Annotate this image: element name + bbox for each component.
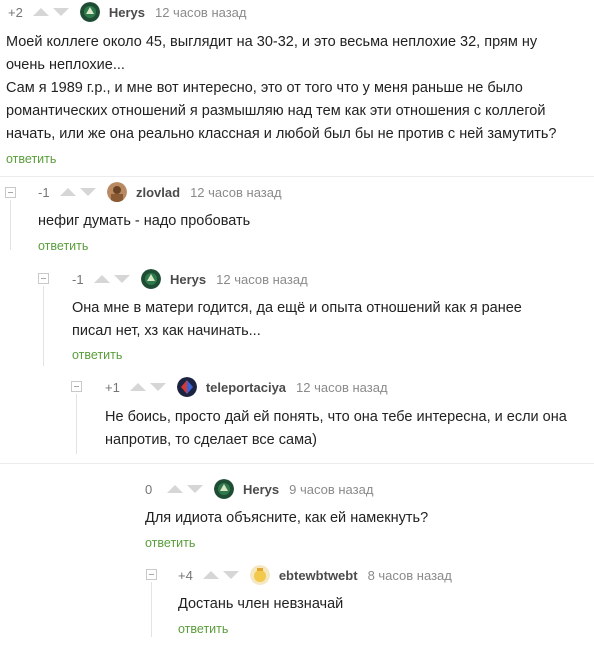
comment-header: +2 Herys 12 часов назад: [8, 2, 246, 22]
comment-rating: 0: [145, 481, 153, 497]
vote-down-icon[interactable]: [80, 188, 96, 196]
vote-down-icon[interactable]: [114, 275, 130, 283]
reply-link[interactable]: ответить: [145, 536, 195, 550]
comment-rating: -1: [72, 271, 84, 287]
comment-rating: +4: [178, 567, 193, 583]
reply-link[interactable]: ответить: [72, 348, 122, 362]
comment-time[interactable]: 8 часов назад: [368, 568, 452, 583]
comment-line: нефиг думать - надо пробовать: [38, 213, 251, 229]
comment-body: Для идиота объясните, как ей намекнуть?: [145, 507, 585, 530]
comment-line: начать, или же она реально классная и лю…: [6, 126, 557, 142]
comment-header: -1 Herys 12 часов назад: [72, 269, 308, 289]
collapse-icon[interactable]: [146, 569, 157, 580]
avatar[interactable]: [214, 479, 234, 499]
comment-rating: +2: [8, 4, 23, 20]
comment-line: Она мне в матери годится, да ещё и опыта…: [72, 300, 522, 316]
comment-body: Достань член невзначай: [178, 593, 578, 616]
thread-line[interactable]: [76, 394, 77, 454]
comment-line: Не боись, просто дай ей понять, что она …: [105, 409, 567, 425]
avatar[interactable]: [79, 2, 100, 22]
comment-author[interactable]: zlovlad: [136, 185, 180, 200]
vote-down-icon[interactable]: [52, 8, 69, 16]
avatar[interactable]: [176, 377, 197, 397]
comment-time[interactable]: 9 часов назад: [289, 482, 373, 497]
thread-line[interactable]: [151, 582, 152, 637]
comment-line: Сам я 1989 г.р., и мне вот интересно, эт…: [6, 80, 523, 96]
vote-up-icon[interactable]: [202, 571, 219, 579]
comment-time[interactable]: 12 часов назад: [190, 185, 282, 200]
comment-line: писал нет, хз как начинать...: [72, 323, 261, 339]
comment-body: нефиг думать - надо пробовать: [38, 210, 578, 233]
avatar[interactable]: [107, 182, 127, 202]
comment-body: Не боись, просто дай ей понять, что она …: [105, 406, 585, 452]
vote-up-icon[interactable]: [32, 8, 49, 16]
comment-line: Достань член невзначай: [178, 596, 344, 612]
comment-author[interactable]: teleportaciya: [206, 380, 286, 395]
comment-header: +1 teleportaciya 12 часов назад: [105, 377, 388, 397]
comment-header: -1 zlovlad 12 часов назад: [38, 182, 282, 202]
vote-up-icon[interactable]: [94, 275, 110, 283]
comment-body: Моей коллеге около 45, выглядит на 30-32…: [6, 31, 586, 146]
comment-header: +4 ebtewbtwebt 8 часов назад: [178, 565, 452, 585]
thread-line[interactable]: [43, 286, 44, 366]
vote-up-icon[interactable]: [60, 188, 76, 196]
vote-down-icon[interactable]: [149, 383, 166, 391]
comment-author[interactable]: Herys: [243, 482, 279, 497]
reply-link[interactable]: ответить: [38, 239, 88, 253]
collapse-icon[interactable]: [38, 273, 49, 284]
comment-author[interactable]: ebtewbtwebt: [279, 568, 358, 583]
comment-body: Она мне в матери годится, да ещё и опыта…: [72, 297, 582, 343]
avatar[interactable]: [249, 565, 270, 585]
comment-time[interactable]: 12 часов назад: [296, 380, 388, 395]
comment-author[interactable]: Herys: [170, 272, 206, 287]
thread-line[interactable]: [10, 200, 11, 250]
comment-line: очень неплохие...: [6, 57, 125, 73]
vote-up-icon[interactable]: [129, 383, 146, 391]
comment-time[interactable]: 12 часов назад: [216, 272, 308, 287]
comment-line: романтических отношений я размышляю над …: [6, 103, 546, 119]
comment-header: 0 Herys 9 часов назад: [145, 479, 373, 499]
comment-rating: +1: [105, 379, 120, 395]
separator: [0, 176, 594, 177]
vote-down-icon[interactable]: [222, 571, 239, 579]
avatar[interactable]: [141, 269, 161, 289]
vote-up-icon[interactable]: [167, 485, 183, 493]
reply-link[interactable]: ответить: [178, 622, 228, 636]
reply-link[interactable]: ответить: [6, 152, 56, 166]
comment-time[interactable]: 12 часов назад: [155, 5, 247, 20]
comment-rating: -1: [38, 184, 50, 200]
comment-line: напротив, то сделает все сама): [105, 432, 317, 448]
vote-down-icon[interactable]: [187, 485, 203, 493]
comment-line: Моей коллеге около 45, выглядит на 30-32…: [6, 34, 538, 50]
comment-line: Для идиота объясните, как ей намекнуть?: [145, 510, 429, 526]
collapse-icon[interactable]: [71, 381, 82, 392]
collapse-icon[interactable]: [5, 187, 16, 198]
separator: [0, 463, 594, 464]
comment-author[interactable]: Herys: [109, 5, 145, 20]
